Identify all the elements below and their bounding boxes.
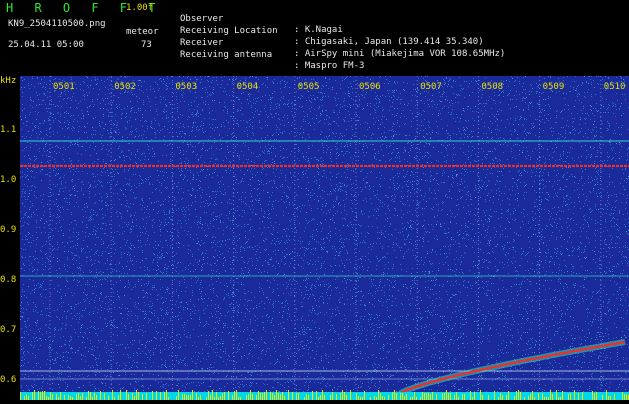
time-label: 0504 [237, 82, 259, 92]
time-label: 0502 [114, 82, 136, 92]
info-value: : AirSpy mini (Miakejima VOR 108.65MHz) [294, 49, 506, 59]
time-label: 0506 [359, 82, 381, 92]
header-panel: H R O F F T 1.00f KN9_2504110500.png met… [0, 0, 629, 76]
spectrogram-plot: 0501 0502 0503 0504 0505 0506 0507 0508 0509 0510 [20, 76, 629, 400]
time-label: 0507 [420, 82, 442, 92]
spectrogram-panel: 0501 0502 0503 0504 0505 0506 0507 0508 0509 0510 [20, 76, 629, 400]
y-tick-label: 0.9 [0, 225, 17, 235]
time-label: 0503 [175, 82, 197, 92]
y-tick-label: 1.1 [0, 125, 17, 135]
time-label: 0501 [53, 82, 75, 92]
info-receiver: Receiver : AirSpy mini (Miakejima VOR 10… [180, 27, 505, 59]
time-label: 0508 [481, 82, 503, 92]
info-antenna: Receiving antenna : Maspro FM-3 [180, 39, 364, 71]
info-key: Receiving antenna [180, 50, 273, 60]
time-label: 0510 [604, 82, 626, 92]
y-tick-label: 1.0 [0, 175, 17, 185]
time-label: 0505 [298, 82, 320, 92]
meteor-count: 73 [141, 40, 152, 50]
y-axis: 1.1 1.0 0.9 0.8 0.7 0.6 [0, 76, 20, 400]
timestamp: 25.04.11 05:00 [8, 40, 84, 50]
info-value: : Maspro FM-3 [294, 61, 365, 71]
version-label: 1.00f [126, 3, 154, 13]
y-tick-label: 0.8 [0, 275, 17, 285]
info-location: Receiving Location : Chigasaki, Japan (1… [180, 15, 484, 47]
info-value: : Chigasaki, Japan (139.414 35.340) [294, 37, 484, 47]
meteor-label: meteor [126, 27, 159, 37]
time-label: 0509 [543, 82, 565, 92]
info-observer: Observer : K.Nagai [180, 3, 343, 35]
y-tick-label: 0.7 [0, 325, 17, 335]
y-tick-label: 0.6 [0, 375, 17, 385]
info-value: : K.Nagai [294, 25, 343, 35]
file-name: KN9_2504110500.png [8, 19, 106, 29]
